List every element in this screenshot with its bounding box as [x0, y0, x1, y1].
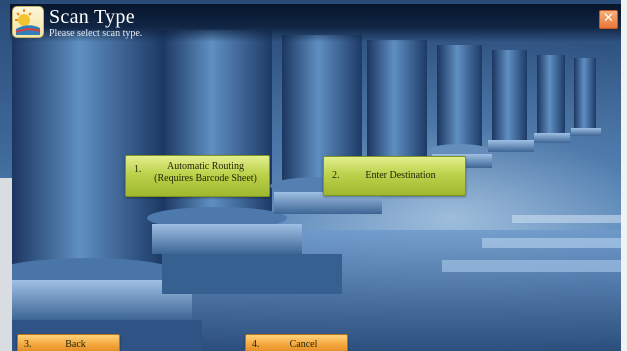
- right-margin-strip: [621, 0, 627, 351]
- option-number: 1.: [134, 164, 142, 175]
- automatic-routing-button[interactable]: 1. Automatic Routing (Requires Barcode S…: [125, 155, 270, 197]
- pillars-background: [12, 30, 621, 351]
- app-logo-icon: [12, 6, 44, 38]
- pillar: [571, 58, 601, 136]
- option-label: Automatic Routing (Requires Barcode Shee…: [146, 161, 265, 185]
- pillar: [534, 55, 570, 143]
- footer-number: 3.: [24, 339, 32, 350]
- option-label-line1: Automatic Routing: [167, 161, 244, 172]
- footer-number: 4.: [252, 339, 260, 350]
- page-title: Scan Type: [49, 6, 135, 28]
- enter-destination-button[interactable]: 2. Enter Destination: [323, 156, 466, 196]
- option-label-line2: (Requires Barcode Sheet): [154, 173, 257, 184]
- footer-label: Cancel: [289, 339, 318, 350]
- scan-type-screen: Scan Type Please select scan type. ✕ 1. …: [0, 0, 627, 351]
- back-button[interactable]: 3. Back: [17, 334, 120, 351]
- pillar: [488, 50, 534, 152]
- title-bar: Scan Type Please select scan type. ✕: [10, 4, 621, 42]
- option-number: 2.: [332, 170, 340, 181]
- close-icon[interactable]: ✕: [599, 10, 618, 29]
- option-label: Enter Destination: [365, 170, 436, 181]
- page-subtitle: Please select scan type.: [49, 28, 143, 39]
- left-margin-strip: [0, 178, 12, 351]
- pillar: [429, 45, 492, 168]
- footer-label: Back: [65, 339, 86, 350]
- cancel-button[interactable]: 4. Cancel: [245, 334, 348, 351]
